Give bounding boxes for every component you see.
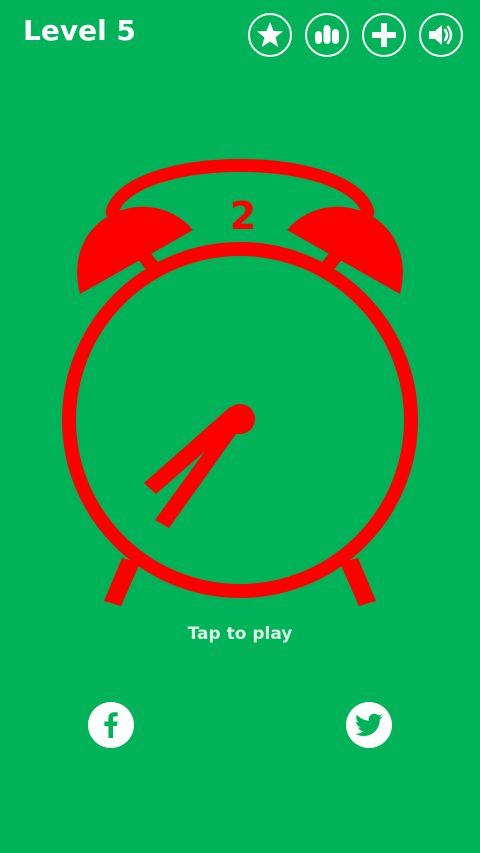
facebook-icon [104, 712, 118, 738]
right-leg [340, 558, 376, 606]
alarm-clock[interactable]: 2 [0, 0, 480, 853]
facebook-share-button[interactable] [88, 702, 134, 748]
twitter-icon [355, 713, 383, 736]
tap-to-play-label[interactable]: Tap to play [0, 624, 480, 644]
clock-center [225, 404, 255, 434]
twitter-share-button[interactable] [346, 702, 392, 748]
countdown-number: 2 [230, 194, 256, 238]
left-leg [104, 558, 140, 606]
